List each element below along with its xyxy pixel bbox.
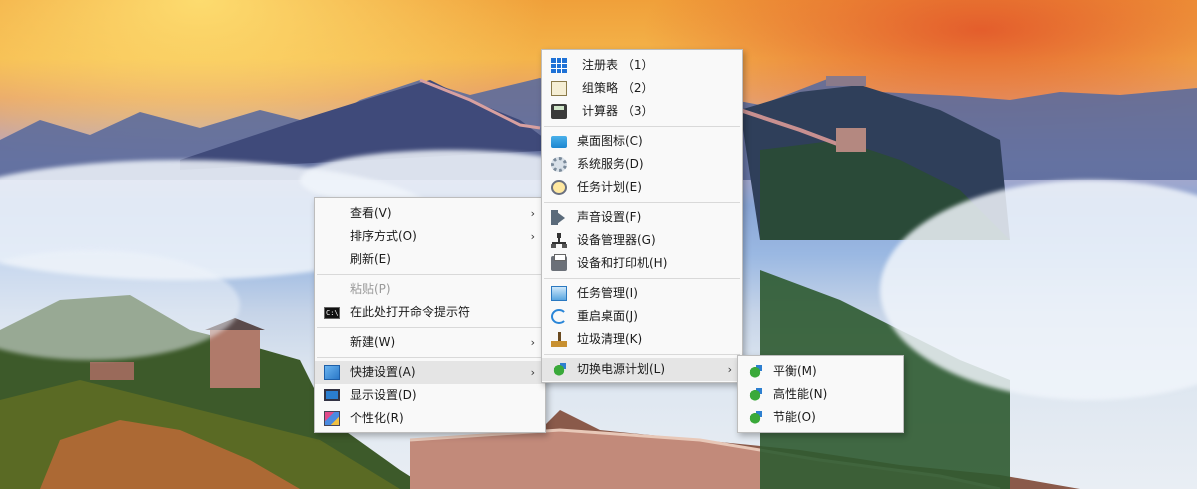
menu-separator: [317, 274, 543, 275]
quick-settings-submenu: 注册表 （1） 组策略 （2） 计算器 （3） 桌面图标(C) 系统服务(D) …: [541, 49, 743, 383]
submenu-arrow-icon: ›: [530, 207, 535, 220]
menu-item-sound-settings[interactable]: 声音设置(F): [542, 206, 742, 229]
menu-item-label: 平衡(M): [773, 364, 817, 378]
menu-item-task-manager[interactable]: 任务管理(I): [542, 282, 742, 305]
broom-icon: [551, 332, 567, 347]
menu-item-label: 组策略 （2）: [582, 81, 654, 95]
printer-icon: [551, 254, 567, 271]
menu-item-label: 任务计划(E): [577, 180, 642, 194]
device-tree-icon: [551, 233, 567, 248]
desktop-context-menu: 查看(V) › 排序方式(O) › 刷新(E) 粘贴(P) 在此处打开命令提示符…: [314, 197, 546, 433]
menu-separator: [544, 278, 740, 279]
menu-item-label: 系统服务(D): [577, 157, 644, 171]
group-policy-icon: [551, 81, 567, 96]
menu-item-view[interactable]: 查看(V) ›: [315, 202, 545, 225]
menu-separator: [544, 354, 740, 355]
menu-item-label: 垃圾清理(K): [577, 332, 643, 346]
menu-item-junk-cleanup[interactable]: 垃圾清理(K): [542, 328, 742, 351]
menu-item-switch-power-plan[interactable]: 切换电源计划(L) ›: [542, 358, 742, 381]
calculator-icon: [551, 104, 567, 119]
submenu-arrow-icon: ›: [530, 366, 535, 379]
menu-item-label: 在此处打开命令提示符: [350, 305, 471, 319]
menu-item-power-saver[interactable]: 节能(O): [738, 406, 903, 429]
menu-separator: [544, 126, 740, 127]
menu-item-label: 注册表 （1）: [582, 58, 654, 72]
power-plan-icon: [747, 364, 763, 379]
desktop-icon: [551, 136, 567, 148]
task-manager-icon: [551, 286, 567, 301]
menu-item-label: 计算器 （3）: [582, 104, 654, 118]
submenu-arrow-icon: ›: [530, 230, 535, 243]
menu-item-sort[interactable]: 排序方式(O) ›: [315, 225, 545, 248]
menu-item-display-settings[interactable]: 显示设置(D): [315, 384, 545, 407]
monitor-icon: [324, 389, 340, 401]
menu-item-label: 重启桌面(J): [577, 309, 638, 323]
menu-item-high-performance[interactable]: 高性能(N): [738, 383, 903, 406]
menu-item-label: 排序方式(O): [350, 229, 417, 243]
menu-item-label: 设备管理器(G): [577, 233, 656, 247]
menu-separator: [317, 357, 543, 358]
power-plan-icon: [747, 410, 763, 425]
menu-separator: [317, 327, 543, 328]
menu-item-restart-desktop[interactable]: 重启桌面(J): [542, 305, 742, 328]
menu-separator: [544, 202, 740, 203]
menu-item-label: 设备和打印机(H): [577, 256, 668, 270]
menu-item-label: 个性化(R): [350, 411, 404, 425]
power-plan-icon: [747, 387, 763, 402]
menu-item-system-services[interactable]: 系统服务(D): [542, 153, 742, 176]
personalize-icon: [324, 411, 340, 426]
menu-item-quick-settings[interactable]: 快捷设置(A) ›: [315, 361, 545, 384]
menu-item-label: 任务管理(I): [577, 286, 638, 300]
menu-item-refresh[interactable]: 刷新(E): [315, 248, 545, 271]
refresh-icon: [551, 309, 567, 324]
menu-item-devices-printers[interactable]: 设备和打印机(H): [542, 252, 742, 275]
menu-item-label: 桌面图标(C): [577, 134, 643, 148]
cmd-icon: [324, 302, 340, 325]
menu-item-label: 声音设置(F): [577, 210, 642, 224]
quick-settings-icon: [324, 365, 340, 380]
power-plan-submenu: 平衡(M) 高性能(N) 节能(O): [737, 355, 904, 433]
menu-item-label: 高性能(N): [773, 387, 828, 401]
menu-item-label: 查看(V): [350, 206, 392, 220]
menu-item-label: 新建(W): [350, 335, 396, 349]
menu-item-balanced[interactable]: 平衡(M): [738, 360, 903, 383]
menu-item-label: 显示设置(D): [350, 388, 417, 402]
menu-item-label: 节能(O): [773, 410, 816, 424]
menu-item-new[interactable]: 新建(W) ›: [315, 331, 545, 354]
menu-item-label: 刷新(E): [350, 252, 391, 266]
speaker-icon: [551, 210, 567, 225]
menu-item-paste: 粘贴(P): [315, 278, 545, 301]
power-plan-icon: [551, 362, 567, 377]
submenu-arrow-icon: ›: [530, 336, 535, 349]
menu-item-desktop-icons[interactable]: 桌面图标(C): [542, 130, 742, 153]
menu-item-label: 切换电源计划(L): [577, 362, 666, 376]
menu-item-group-policy[interactable]: 组策略 （2）: [542, 77, 742, 100]
registry-icon: [551, 58, 567, 73]
menu-item-task-scheduler[interactable]: 任务计划(E): [542, 176, 742, 199]
menu-item-device-manager[interactable]: 设备管理器(G): [542, 229, 742, 252]
submenu-arrow-icon: ›: [727, 363, 732, 376]
clock-icon: [551, 180, 567, 195]
services-gear-icon: [551, 157, 567, 172]
menu-item-personalize[interactable]: 个性化(R): [315, 407, 545, 430]
menu-item-calculator[interactable]: 计算器 （3）: [542, 100, 742, 123]
menu-item-open-cmd[interactable]: 在此处打开命令提示符: [315, 301, 545, 325]
menu-item-label: 粘贴(P): [350, 282, 391, 296]
menu-item-registry[interactable]: 注册表 （1）: [542, 54, 742, 77]
menu-item-label: 快捷设置(A): [350, 365, 416, 379]
